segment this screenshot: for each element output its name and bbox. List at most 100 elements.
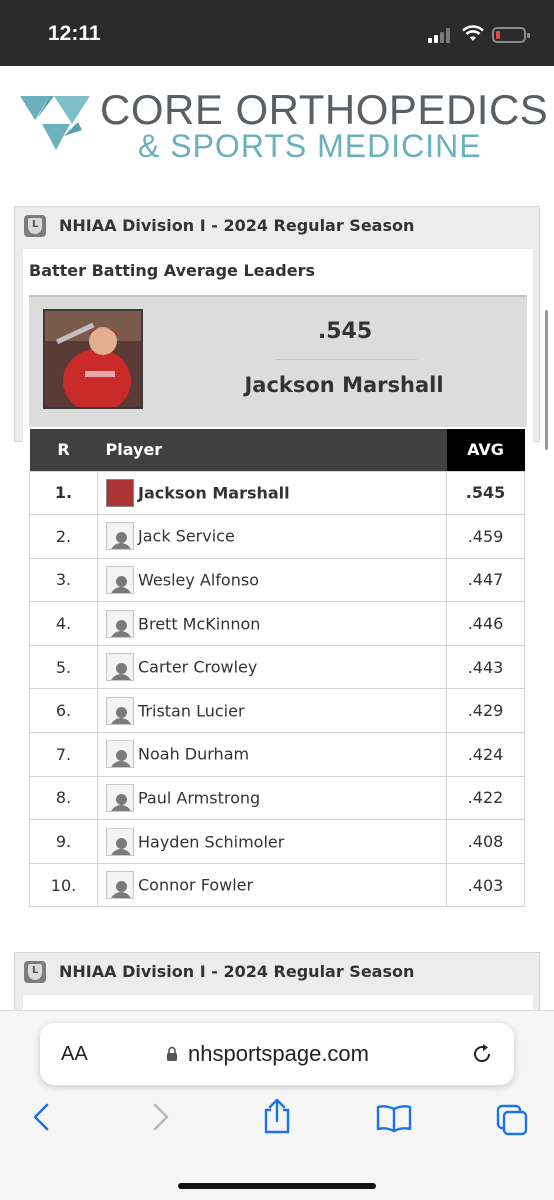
player-placeholder-icon xyxy=(106,871,134,900)
tabs-icon[interactable] xyxy=(495,1103,529,1137)
featured-player-name[interactable]: Jackson Marshall xyxy=(229,373,459,397)
player-cell[interactable]: Jackson Marshall xyxy=(97,470,447,516)
rank-cell: 6. xyxy=(29,688,98,734)
header-avg: AVG xyxy=(446,429,525,471)
status-bar: 12:11 xyxy=(0,0,554,66)
site-logo[interactable]: CORE ORTHOPEDICS & SPORTS MEDICINE xyxy=(20,86,548,166)
widget-title[interactable]: NHIAA Division I - 2024 Regular Season xyxy=(59,216,414,235)
rank-cell: 4. xyxy=(29,601,98,646)
browser-toolbar: AA nhsportspage.com xyxy=(0,1010,554,1200)
league-shield-icon xyxy=(24,215,46,237)
player-name-link[interactable]: Jackson Marshall xyxy=(138,483,290,502)
table-row[interactable]: 7. Noah Durham .424 xyxy=(29,732,525,777)
player-cell[interactable]: Hayden Schimoler xyxy=(97,819,447,864)
player-name-link[interactable]: Carter Crowley xyxy=(138,658,257,677)
player-cell[interactable]: Brett McKinnon xyxy=(97,601,447,646)
avg-cell: .403 xyxy=(446,862,525,908)
player-placeholder-icon xyxy=(106,740,134,769)
player-name-link[interactable]: Wesley Alfonso xyxy=(138,570,259,589)
address-bar[interactable]: AA nhsportspage.com xyxy=(40,1023,514,1085)
player-placeholder-icon xyxy=(106,609,134,638)
back-icon[interactable] xyxy=(30,1101,52,1133)
avg-cell: .443 xyxy=(446,644,525,690)
player-placeholder-icon xyxy=(106,696,134,725)
wifi-icon xyxy=(462,25,484,41)
player-cell[interactable]: Connor Fowler xyxy=(97,862,447,908)
rank-cell: 8. xyxy=(29,775,98,821)
rank-cell: 10. xyxy=(29,862,98,908)
rank-cell: 5. xyxy=(29,644,98,690)
league-shield-icon xyxy=(24,961,46,983)
player-cell[interactable]: Wesley Alfonso xyxy=(97,557,447,603)
avg-cell: .408 xyxy=(446,819,525,864)
header-player: Player xyxy=(97,429,447,471)
rank-cell: 7. xyxy=(29,732,98,777)
cellular-signal-icon xyxy=(428,27,454,43)
stat-category-title: Batter Batting Average Leaders xyxy=(29,261,316,280)
featured-divider xyxy=(275,359,417,360)
url-text[interactable]: nhsportspage.com xyxy=(188,1041,369,1067)
player-name-link[interactable]: Tristan Lucier xyxy=(138,701,245,720)
avg-cell: .459 xyxy=(446,514,525,559)
table-row[interactable]: 9. Hayden Schimoler .408 xyxy=(29,819,525,864)
battery-icon xyxy=(492,27,530,43)
avg-cell: .429 xyxy=(446,688,525,734)
player-name-link[interactable]: Connor Fowler xyxy=(138,876,253,895)
player-placeholder-icon xyxy=(106,522,134,551)
player-placeholder-icon xyxy=(106,783,134,812)
leaders-widget: NHIAA Division I - 2024 Regular Season B… xyxy=(14,206,540,689)
player-placeholder-icon xyxy=(106,565,134,594)
page-scrollbar[interactable] xyxy=(545,310,548,450)
forward-icon[interactable] xyxy=(150,1101,172,1133)
player-name-link[interactable]: Paul Armstrong xyxy=(138,788,260,807)
featured-leader[interactable]: .545 Jackson Marshall xyxy=(29,295,527,427)
featured-player-photo xyxy=(43,309,143,409)
player-name-link[interactable]: Noah Durham xyxy=(138,745,249,764)
player-name-link[interactable]: Brett McKinnon xyxy=(138,614,260,633)
player-thumbnail xyxy=(106,478,134,507)
avg-cell: .422 xyxy=(446,775,525,821)
second-widget: NHIAA Division I - 2024 Regular Season xyxy=(14,952,540,1025)
player-name-link[interactable]: Hayden Schimoler xyxy=(138,832,284,851)
header-rank: R xyxy=(29,429,98,471)
table-row[interactable]: 4. Brett McKinnon .446 xyxy=(29,601,525,646)
rank-cell: 2. xyxy=(29,514,98,559)
widget-header: NHIAA Division I - 2024 Regular Season xyxy=(15,207,539,245)
rank-cell: 3. xyxy=(29,557,98,603)
table-row[interactable]: 1. Jackson Marshall .545 xyxy=(29,470,525,516)
table-row[interactable]: 3. Wesley Alfonso .447 xyxy=(29,557,525,603)
table-row[interactable]: 10. Connor Fowler .403 xyxy=(29,862,525,908)
home-indicator[interactable] xyxy=(178,1183,376,1189)
player-placeholder-icon xyxy=(106,653,134,682)
share-icon[interactable] xyxy=(261,1097,293,1135)
table-row[interactable]: 8. Paul Armstrong .422 xyxy=(29,775,525,821)
player-name-link[interactable]: Jack Service xyxy=(138,527,235,546)
reader-options-button[interactable]: AA xyxy=(61,1043,88,1066)
player-cell[interactable]: Noah Durham xyxy=(97,732,447,777)
avg-cell: .545 xyxy=(446,470,525,516)
logo-title: CORE ORTHOPEDICS xyxy=(100,86,549,133)
leaders-table: R Player AVG 1. Jackson Marshall .545 2. Jac… xyxy=(29,429,525,908)
table-row[interactable]: 6. Tristan Lucier .429 xyxy=(29,688,525,734)
featured-stat-value: .545 xyxy=(317,319,373,344)
player-placeholder-icon xyxy=(106,827,134,856)
avg-cell: .424 xyxy=(446,732,525,777)
rank-cell: 1. xyxy=(29,470,98,516)
status-time: 12:11 xyxy=(48,22,101,45)
player-cell[interactable]: Tristan Lucier xyxy=(97,688,447,734)
table-row[interactable]: 2. Jack Service .459 xyxy=(29,514,525,559)
table-row[interactable]: 5. Carter Crowley .443 xyxy=(29,644,525,690)
player-cell[interactable]: Jack Service xyxy=(97,514,447,559)
logo-subtitle: & SPORTS MEDICINE xyxy=(138,128,482,164)
widget-title[interactable]: NHIAA Division I - 2024 Regular Season xyxy=(59,962,414,981)
logo-triangles-icon xyxy=(20,96,90,150)
rank-cell: 9. xyxy=(29,819,98,864)
reload-icon[interactable] xyxy=(470,1042,494,1066)
table-header-row: R Player AVG xyxy=(29,429,525,471)
avg-cell: .446 xyxy=(446,601,525,646)
player-cell[interactable]: Paul Armstrong xyxy=(97,775,447,821)
player-cell[interactable]: Carter Crowley xyxy=(97,644,447,690)
bookmarks-icon[interactable] xyxy=(375,1103,413,1133)
avg-cell: .447 xyxy=(446,557,525,603)
lock-icon xyxy=(167,1046,177,1061)
